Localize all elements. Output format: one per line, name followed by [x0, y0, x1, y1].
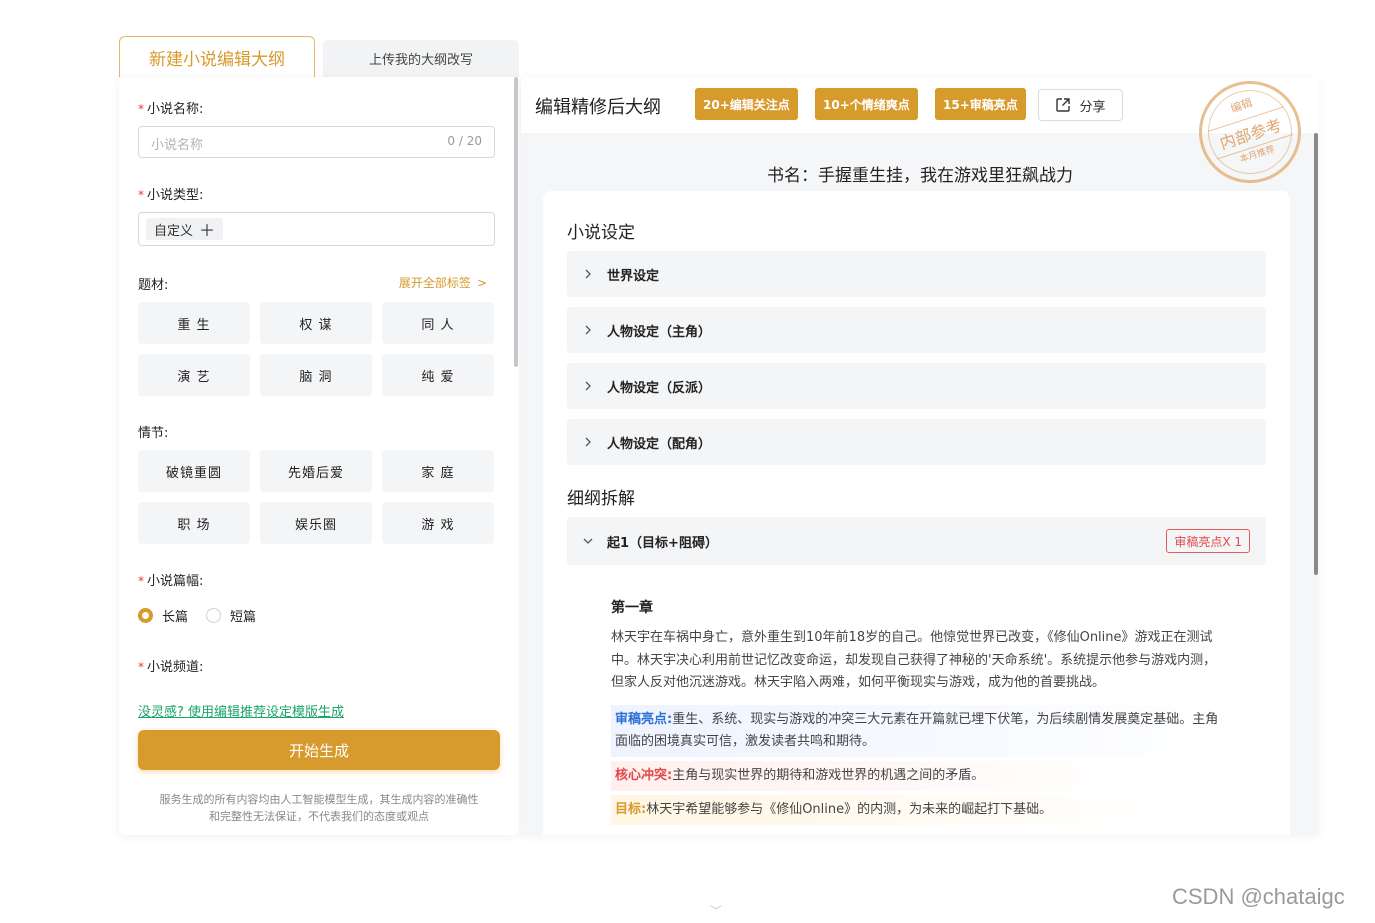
form-footer: 没灵感? 使用编辑推荐设定模版生成 开始生成 服务生成的所有内容均由人工智能模型…: [119, 681, 519, 835]
goal-note: 目标:林天宇希望能够参与《修仙Online》的内测，为未来的崛起打下基础。: [611, 795, 1171, 825]
accordion-villain[interactable]: 人物设定（反派）: [567, 363, 1266, 409]
start-generate-button[interactable]: 开始生成: [138, 730, 500, 770]
theme-label: 题材:: [138, 278, 169, 293]
chevron-down-icon: [583, 538, 593, 544]
plot-tag[interactable]: 职 场: [138, 502, 250, 544]
tab-new-outline[interactable]: 新建小说编辑大纲: [119, 36, 315, 77]
breakdown-section-title: 细纲拆解: [567, 489, 635, 509]
theme-tag[interactable]: 权 谋: [260, 302, 372, 344]
theme-tag[interactable]: 脑 洞: [260, 354, 372, 396]
channel-label: * 小说频道:: [138, 660, 204, 675]
feature-badge: 15+审稿亮点: [935, 88, 1026, 120]
accordion-protagonist[interactable]: 人物设定（主角）: [567, 307, 1266, 353]
accordion-world-setting[interactable]: 世界设定: [567, 251, 1266, 297]
result-title: 编辑精修后大纲: [535, 97, 661, 118]
radio-checked-icon[interactable]: [138, 608, 153, 623]
feature-badge: 10+个情绪爽点: [815, 88, 918, 120]
radio-unchecked-icon[interactable]: [206, 608, 221, 623]
core-conflict-note: 核心冲突:主角与现实世界的期待和游戏世界的机遇之间的矛盾。: [611, 761, 1151, 791]
feature-badge: 20+编辑关注点: [695, 88, 798, 120]
plot-tag[interactable]: 娱乐圈: [260, 502, 372, 544]
name-label: * 小说名称:: [138, 102, 204, 117]
theme-tag[interactable]: 演 艺: [138, 354, 250, 396]
accordion-supporting[interactable]: 人物设定（配角）: [567, 419, 1266, 465]
plus-icon[interactable]: ＋: [199, 217, 215, 241]
chevron-right-icon: [585, 437, 591, 447]
chevron-right-icon: [585, 269, 591, 279]
novel-name-input[interactable]: 小说名称 0 / 20: [138, 126, 495, 158]
plot-tag[interactable]: 先婚后爱: [260, 450, 372, 492]
novel-type-input[interactable]: 自定义＋: [138, 212, 495, 246]
form-scroll-area: * 小说名称: 小说名称 0 / 20 * 小说类型: 自定义＋ 题材: 展开全部标…: [119, 77, 519, 681]
type-label: * 小说类型:: [138, 188, 204, 203]
plot-tag[interactable]: 游 戏: [382, 502, 494, 544]
plot-tag[interactable]: 家 庭: [382, 450, 494, 492]
highlight-count-badge: 审稿亮点X 1: [1166, 529, 1250, 553]
tab-upload-outline[interactable]: 上传我的大纲改写: [323, 40, 519, 77]
theme-tag[interactable]: 纯 爱: [382, 354, 494, 396]
result-scrollbar[interactable]: [1314, 133, 1318, 575]
chevron-right-icon: [585, 381, 591, 391]
plot-label: 情节:: [138, 426, 169, 441]
theme-tag[interactable]: 重 生: [138, 302, 250, 344]
chevron-right-icon: [585, 325, 591, 335]
name-placeholder: 小说名称: [151, 138, 204, 153]
template-suggestion-link[interactable]: 没灵感? 使用编辑推荐设定模版生成: [138, 701, 344, 720]
chapter-body: 林天宇在车祸中身亡，意外重生到10年前18岁的自己。他惊觉世界已改变，《修仙On…: [611, 630, 1217, 690]
length-radio-short[interactable]: 短篇: [206, 606, 256, 625]
share-button[interactable]: 分享: [1038, 89, 1123, 121]
setting-section-title: 小说设定: [567, 223, 635, 243]
chevron-right-icon: >: [476, 275, 487, 290]
expand-all-tags-link[interactable]: 展开全部标签 >: [399, 274, 487, 291]
plot-tag[interactable]: 破镜重圆: [138, 450, 250, 492]
theme-tag[interactable]: 同 人: [382, 302, 494, 344]
accordion-stage-1[interactable]: 起1（目标+阻碍） 审稿亮点X 1: [567, 517, 1266, 565]
outline-card: 小说设定 世界设定 人物设定（主角） 人物设定（反派） 人物设定（配角） 细纲拆…: [543, 191, 1290, 835]
scroll-down-icon[interactable]: ﹀: [710, 902, 722, 919]
result-panel: 编辑精修后大纲 20+编辑关注点 10+个情绪爽点 15+审稿亮点 分享 编辑 …: [521, 77, 1319, 835]
outline-form-panel: * 小说名称: 小说名称 0 / 20 * 小说类型: 自定义＋ 题材: 展开全部标…: [119, 77, 519, 835]
disclaimer-text: 服务生成的所有内容均由人工智能模型生成，其生成内容的准确性 和完整性无法保证，不…: [159, 793, 479, 823]
type-chip-custom[interactable]: 自定义＋: [146, 217, 224, 241]
form-scrollbar[interactable]: [514, 77, 518, 367]
share-icon: [1056, 98, 1071, 112]
watermark-text: CSDN @chataigc: [1172, 884, 1345, 909]
book-title: 书名：手握重生挂，我在游戏里狂飙战力: [767, 166, 1073, 186]
length-radio-long[interactable]: 长篇: [138, 606, 188, 625]
review-highlight-note: 审稿亮点:重生、系统、现实与游戏的冲突三大元素在开篇就已埋下伏笔，为后续剧情发展…: [611, 705, 1231, 757]
chapter-title: 第一章: [611, 600, 653, 616]
length-label: * 小说篇幅:: [138, 574, 204, 589]
name-counter: 0 / 20: [447, 134, 482, 148]
